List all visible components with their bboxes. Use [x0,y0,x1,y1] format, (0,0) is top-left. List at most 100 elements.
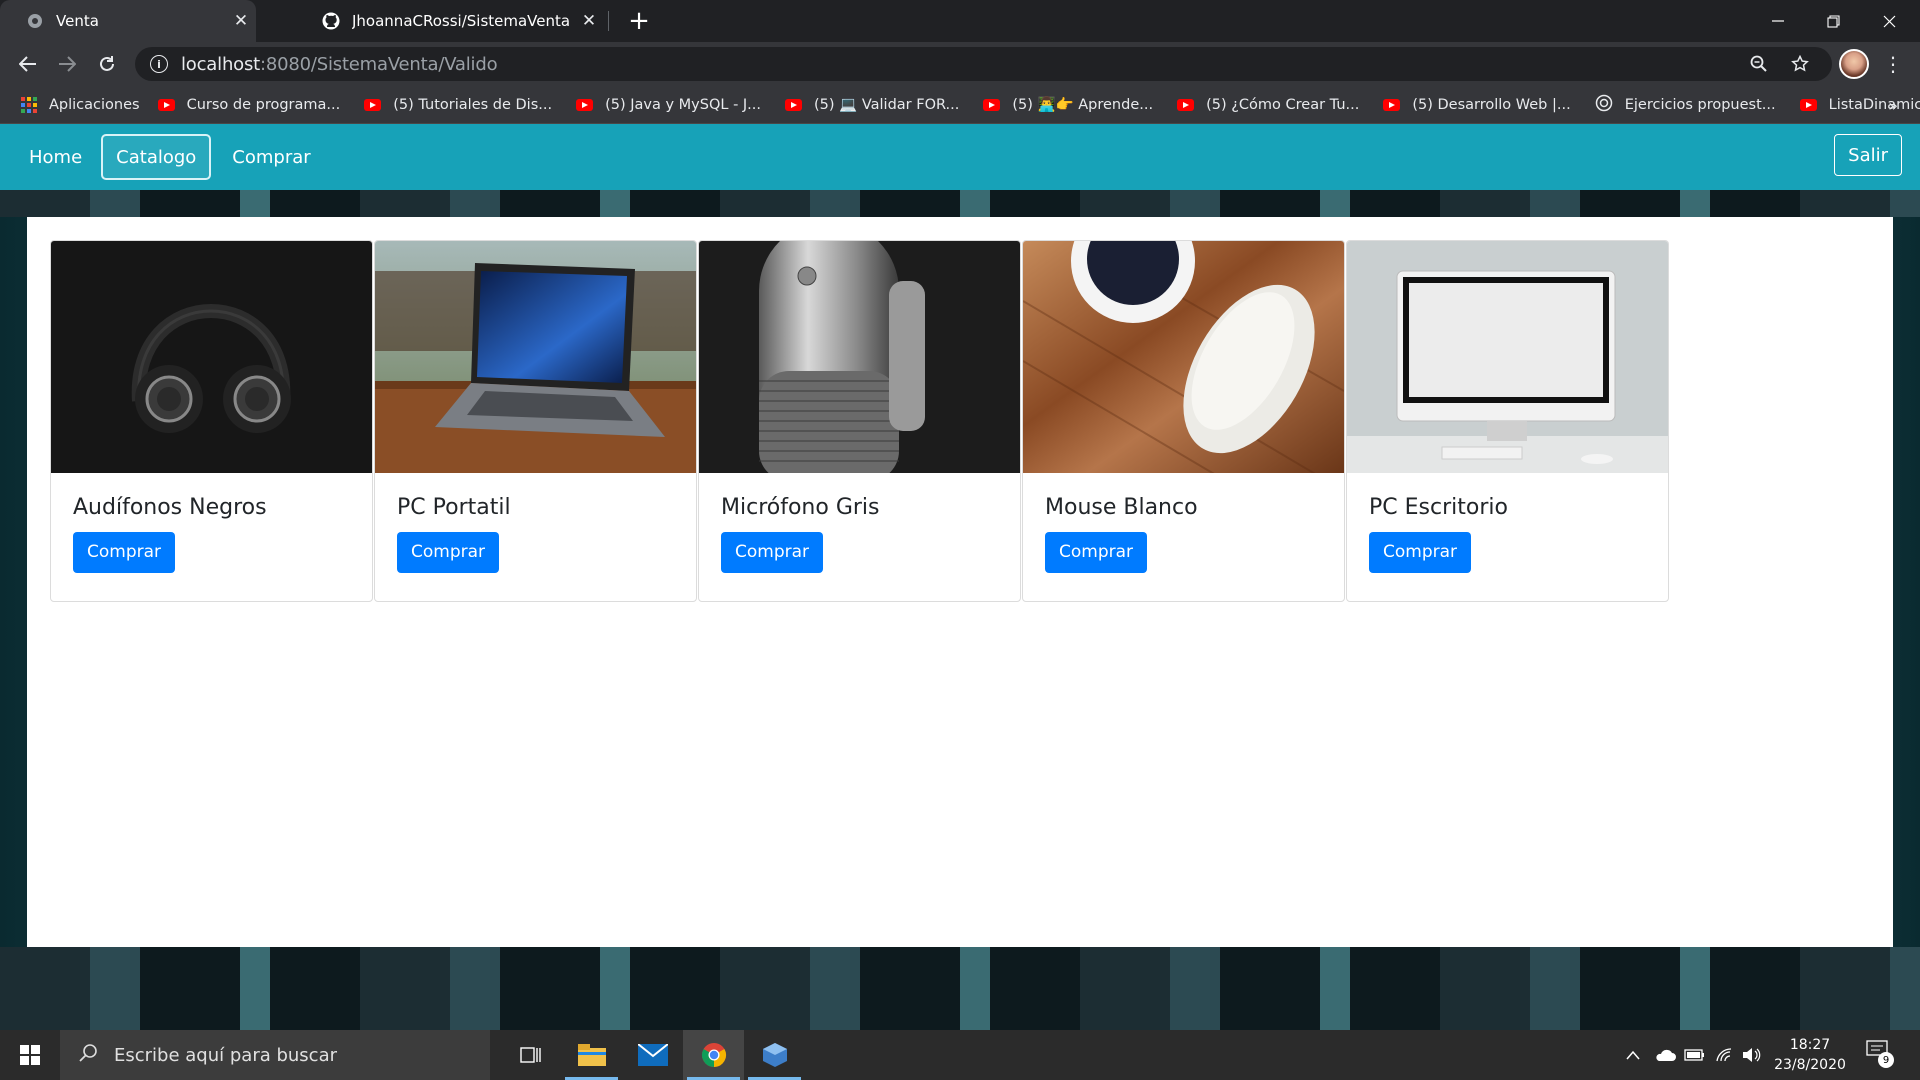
wifi-icon[interactable] [1712,1030,1738,1080]
comprar-button[interactable]: Comprar [1369,532,1472,573]
product-name: Mouse Blanco [1045,495,1198,520]
bookmarks-bar: Aplicaciones Curso de programa... (5) Tu… [0,86,1920,124]
globe-icon [26,12,44,30]
bookmark-item[interactable]: Ejercicios propuest... [1595,94,1776,116]
product-card: Micrófono Gris Comprar [698,240,1021,602]
comprar-button[interactable]: Comprar [73,532,176,573]
bookmark-star-icon[interactable] [1791,54,1809,78]
bookmark-item[interactable]: (5) 👨‍💻👉 Aprende... [983,96,1153,113]
bookmark-item[interactable]: (5) Java y MySQL - J... [576,97,761,113]
tab-github[interactable]: JhoannaCRossi/SistemaVenta ✕ [300,0,604,42]
virtualbox-icon[interactable] [744,1030,805,1080]
bookmark-label: (5) Java y MySQL - J... [605,96,762,113]
tab-title: Venta [56,12,99,30]
bookmark-label: (5) ¿Cómo Crear Tu... [1206,96,1360,113]
github-icon [322,12,340,30]
windows-start-icon[interactable] [0,1030,60,1080]
youtube-icon [1799,98,1817,111]
bookmark-label: Ejercicios propuest... [1624,96,1776,113]
site-info-icon[interactable]: i [150,55,168,73]
forward-icon[interactable] [51,48,83,80]
product-card-body: Mouse Blanco Comprar [1023,473,1344,595]
mail-icon[interactable] [622,1030,683,1080]
product-image-laptop [375,241,696,473]
bookmark-label: ListaDinamica DDR [1828,96,1920,113]
comprar-button[interactable]: Comprar [1045,532,1148,573]
product-image-microphone [699,241,1020,473]
windows-taskbar: Escribe aquí para buscar 18:27 23/8/2020… [0,1030,1920,1080]
page-viewport: Home Catalogo Comprar Salir Audífonos Ne… [0,124,1920,1030]
bookmark-item[interactable]: Curso de programa... [157,96,341,113]
youtube-icon [983,98,1001,111]
taskbar-search-input[interactable]: Escribe aquí para buscar [60,1030,490,1080]
bookmark-apps[interactable]: Aplicaciones [21,96,140,113]
background-image [0,190,1920,217]
chrome-icon[interactable] [683,1030,744,1080]
youtube-icon [785,98,803,111]
nav-comprar[interactable]: Comprar [219,134,323,180]
notification-center-icon[interactable]: 9 [1866,1040,1894,1070]
youtube-icon [157,98,175,111]
bookmark-item[interactable]: (5) 💻 Validar FOR... [785,96,959,113]
close-tab-icon[interactable]: ✕ [226,11,256,31]
product-image-headphones [51,241,372,473]
close-window-icon[interactable] [1866,0,1912,42]
background-image [0,947,1920,1030]
address-bar[interactable]: i localhost:8080/SistemaVenta/Valido [135,47,1832,81]
product-grid: Audífonos Negros Comprar PC Portatil Com… [50,240,1670,602]
bookmark-item[interactable]: (5) Tutoriales de Dis... [364,97,552,113]
browser-menu-icon[interactable]: ⋮ [1882,48,1904,80]
product-name: Audífonos Negros [73,495,267,520]
logout-button[interactable]: Salir [1834,134,1902,176]
comprar-button[interactable]: Comprar [721,532,824,573]
file-explorer-icon[interactable] [561,1030,622,1080]
nav-catalogo[interactable]: Catalogo [101,134,212,180]
bookmark-item[interactable]: (5) Desarrollo Web |... [1383,96,1571,113]
product-card: Audífonos Negros Comprar [50,240,373,602]
url-text: localhost:8080/SistemaVenta/Valido [181,53,498,75]
minimize-icon[interactable] [1755,0,1801,42]
reload-icon[interactable] [91,48,123,80]
tray-expand-icon[interactable] [1622,1030,1644,1080]
onedrive-icon[interactable] [1652,1030,1678,1080]
product-image-desktop [1347,241,1668,473]
product-name: PC Portatil [397,495,511,520]
site-navbar: Home Catalogo Comprar Salir [0,124,1920,190]
url-path: :8080/SistemaVenta/Valido [260,53,498,75]
tab-separator [608,11,609,31]
nav-home[interactable]: Home [16,134,95,180]
product-name: PC Escritorio [1369,495,1508,520]
comprar-button[interactable]: Comprar [397,532,500,573]
notification-badge: 9 [1878,1052,1894,1068]
bookmark-label: (5) Desarrollo Web |... [1412,96,1571,113]
new-tab-button[interactable]: + [622,4,656,38]
tab-title: JhoannaCRossi/SistemaVenta [352,12,571,30]
bookmark-label: Curso de programa... [186,96,341,113]
product-name: Micrófono Gris [721,495,880,520]
search-icon [78,1043,98,1068]
bookmark-item[interactable]: ListaDinamica DDR [1799,96,1920,113]
profile-avatar[interactable] [1839,49,1869,79]
clock-time: 18:27 [1789,1037,1831,1053]
bookmark-item[interactable]: (5) ¿Cómo Crear Tu... [1177,97,1359,113]
bookmark-label: (5) 👨‍💻👉 Aprende... [1012,97,1154,113]
zoom-icon[interactable] [1750,55,1768,78]
search-placeholder: Escribe aquí para buscar [114,1044,338,1066]
url-host: localhost [181,53,260,75]
close-tab-icon[interactable]: ✕ [574,11,604,31]
system-clock[interactable]: 18:27 23/8/2020 [1760,1035,1860,1075]
catalog-container: Audífonos Negros Comprar PC Portatil Com… [27,217,1893,947]
youtube-icon [1177,98,1195,111]
back-icon[interactable] [12,48,44,80]
battery-icon[interactable] [1682,1030,1708,1080]
clock-date: 23/8/2020 [1774,1057,1846,1073]
browser-toolbar: i localhost:8080/SistemaVenta/Valido ⋮ [0,42,1920,86]
tab-venta[interactable]: Venta ✕ [0,0,256,42]
product-image-mouse [1023,241,1344,473]
product-card-body: Audífonos Negros Comprar [51,473,372,595]
bookmark-label: (5) 💻 Validar FOR... [814,97,960,113]
restore-icon[interactable] [1810,0,1856,42]
product-card: PC Escritorio Comprar [1346,240,1669,602]
task-view-icon[interactable] [500,1030,561,1080]
more-bookmarks-icon[interactable]: » [1888,96,1898,115]
